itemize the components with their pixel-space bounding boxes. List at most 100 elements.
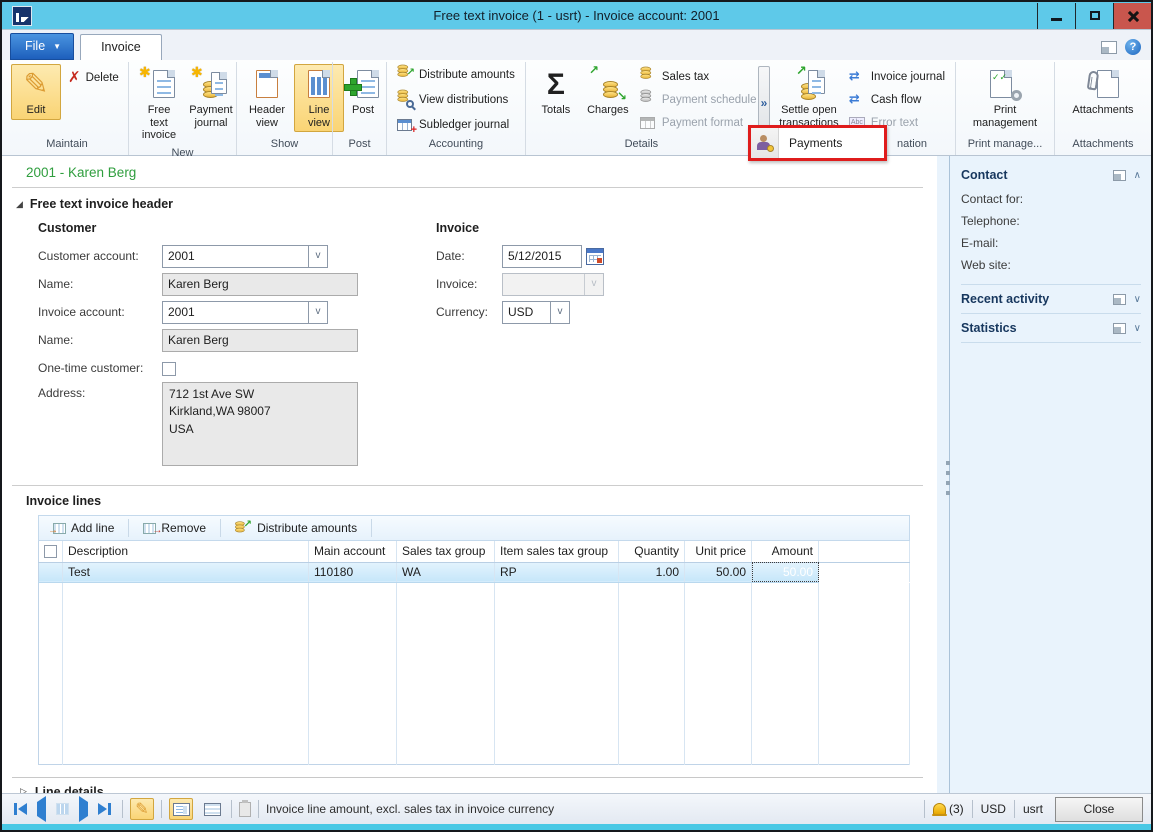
calendar-icon[interactable] xyxy=(586,248,604,265)
one-time-customer-checkbox[interactable] xyxy=(162,362,176,376)
select-all-cell xyxy=(39,541,63,562)
payment-journal-button[interactable]: ✱ Payment journal xyxy=(186,64,236,132)
header-view-button[interactable]: Header view xyxy=(242,64,292,132)
minimize-button[interactable] xyxy=(1037,3,1075,29)
tab-invoice[interactable]: Invoice xyxy=(80,34,162,60)
factbox-recent-activity-title[interactable]: Recent activity xyxy=(961,292,1049,306)
collapse-icon[interactable]: ∧ xyxy=(1134,170,1141,181)
line-view-icon xyxy=(308,70,330,98)
form-view-button[interactable] xyxy=(169,798,193,820)
invoice-name-field: Karen Berg xyxy=(162,329,358,352)
edit-mode-button[interactable]: ✎ xyxy=(130,798,154,820)
table-row[interactable]: Test 110180 WA RP 1.00 50.00 50.00 xyxy=(39,562,910,582)
distribute-amounts-toolbar-button[interactable]: ↗ Distribute amounts xyxy=(227,519,365,537)
line-details-toggle[interactable]: ▷ Line details xyxy=(12,777,923,794)
expand-icon[interactable]: ∨ xyxy=(1134,323,1141,334)
factbox-layout-icon[interactable] xyxy=(1101,41,1117,54)
charges-button[interactable]: ↗↘ Charges xyxy=(583,64,633,120)
chevron-down-icon[interactable]: v xyxy=(550,302,569,323)
last-record-button[interactable] xyxy=(98,803,111,815)
customer-account-label: Customer account: xyxy=(38,245,162,263)
column-header-unit-price[interactable]: Unit price xyxy=(685,541,752,562)
row-select-cell[interactable] xyxy=(39,562,63,582)
form-view-icon xyxy=(173,803,190,816)
factbox-contact-title[interactable]: Contact xyxy=(961,168,1008,182)
name-label: Name: xyxy=(38,329,162,347)
record-grid-icon xyxy=(56,803,69,815)
cell-main-account[interactable]: 110180 xyxy=(309,562,397,582)
select-all-checkbox[interactable] xyxy=(44,545,57,558)
column-header-quantity[interactable]: Quantity xyxy=(619,541,685,562)
factbox-statistics-title[interactable]: Statistics xyxy=(961,321,1017,335)
column-header-amount[interactable]: Amount xyxy=(752,541,819,562)
column-header-sales-tax-group[interactable]: Sales tax group xyxy=(397,541,495,562)
column-header-description[interactable]: Description xyxy=(63,541,309,562)
notifications-button[interactable]: (3) xyxy=(933,802,964,816)
factbox-window-icon[interactable] xyxy=(1113,170,1126,181)
column-header-main-account[interactable]: Main account xyxy=(309,541,397,562)
distribute-amounts-icon: ↗ xyxy=(235,521,252,535)
cell-item-sales-tax-group[interactable]: RP xyxy=(495,562,619,582)
chevron-down-icon[interactable]: v xyxy=(308,246,327,267)
maximize-button[interactable] xyxy=(1075,3,1113,29)
view-distributions-button[interactable]: View distributions xyxy=(392,88,513,111)
customer-account-combo[interactable]: 2001 v xyxy=(162,245,328,268)
minimize-icon xyxy=(1051,18,1062,21)
invoice-journal-button[interactable]: ⇄ Invoice journal xyxy=(844,65,950,88)
help-icon[interactable]: ? xyxy=(1125,39,1141,55)
expand-icon[interactable]: ∨ xyxy=(1134,294,1141,305)
cell-amount-selected[interactable]: 50.00 xyxy=(752,562,819,582)
group-label-maintain: Maintain xyxy=(8,136,126,155)
previous-record-button[interactable] xyxy=(37,802,46,816)
date-input[interactable]: 5/12/2015 xyxy=(502,245,582,268)
grid-view-button[interactable] xyxy=(200,798,224,820)
gear-icon xyxy=(1011,90,1022,101)
next-record-button[interactable] xyxy=(79,802,88,816)
close-button[interactable]: Close xyxy=(1055,797,1143,822)
file-menu-button[interactable]: File ▼ xyxy=(10,33,74,60)
free-text-invoice-button[interactable]: ✱ Free text invoice xyxy=(134,64,184,145)
splitter-handle[interactable] xyxy=(946,461,950,495)
status-currency[interactable]: USD xyxy=(981,802,1006,816)
cash-flow-button[interactable]: ⇄ Cash flow xyxy=(844,88,950,111)
edit-button[interactable]: ✎ Edit xyxy=(11,64,61,120)
delete-button[interactable]: ✗ Delete xyxy=(63,66,124,89)
chevron-down-icon[interactable]: v xyxy=(308,302,327,323)
payments-menu-item[interactable]: Payments xyxy=(779,128,842,158)
column-header-item-sales-tax-group[interactable]: Item sales tax group xyxy=(495,541,619,562)
distribute-amounts-button[interactable]: ↗ Distribute amounts xyxy=(392,63,520,86)
remove-line-button[interactable]: → Remove xyxy=(135,519,214,537)
header-section-toggle[interactable]: ◢ Free text invoice header xyxy=(12,188,937,217)
contact-for-label: Contact for: xyxy=(961,188,1141,210)
cell-description[interactable]: Test xyxy=(63,562,309,582)
window-bottom-border xyxy=(2,824,1151,830)
ribbon-tabstrip: File ▼ Invoice ? xyxy=(2,30,1151,60)
invoice-account-combo[interactable]: 2001 v xyxy=(162,301,328,324)
close-window-button[interactable] xyxy=(1113,3,1151,29)
first-record-button[interactable] xyxy=(14,803,27,815)
totals-button[interactable]: Σ Totals xyxy=(531,64,581,120)
post-button[interactable]: Post xyxy=(338,64,388,120)
status-user[interactable]: usrt xyxy=(1023,802,1043,816)
attachments-button[interactable]: Attachments xyxy=(1060,64,1146,120)
grid-view-icon xyxy=(204,803,221,816)
invoice-combo: v xyxy=(502,273,604,296)
cell-quantity[interactable]: 1.00 xyxy=(619,562,685,582)
header-section-title: Free text invoice header xyxy=(30,197,173,211)
print-management-button[interactable]: ✓✓ Print management xyxy=(961,64,1049,132)
cell-sales-tax-group[interactable]: WA xyxy=(397,562,495,582)
payments-menu-gutter xyxy=(751,128,779,158)
add-line-button[interactable]: → Add line xyxy=(45,519,122,537)
cell-unit-price[interactable]: 50.00 xyxy=(685,562,752,582)
settle-open-transactions-button[interactable]: ↗ Settle open transactions xyxy=(776,64,842,132)
sales-tax-button[interactable]: Sales tax xyxy=(635,65,762,88)
file-menu-label: File xyxy=(25,39,45,53)
subledger-journal-button[interactable]: + Subledger journal xyxy=(392,113,514,136)
section-collapsed-icon: ▷ xyxy=(20,786,27,793)
factbox-window-icon[interactable] xyxy=(1113,294,1126,305)
column-header-filler xyxy=(819,541,910,562)
grid-empty-area[interactable] xyxy=(39,582,910,764)
currency-combo[interactable]: USD v xyxy=(502,301,570,324)
factbox-window-icon[interactable] xyxy=(1113,323,1126,334)
invoice-label: Invoice: xyxy=(436,273,502,291)
